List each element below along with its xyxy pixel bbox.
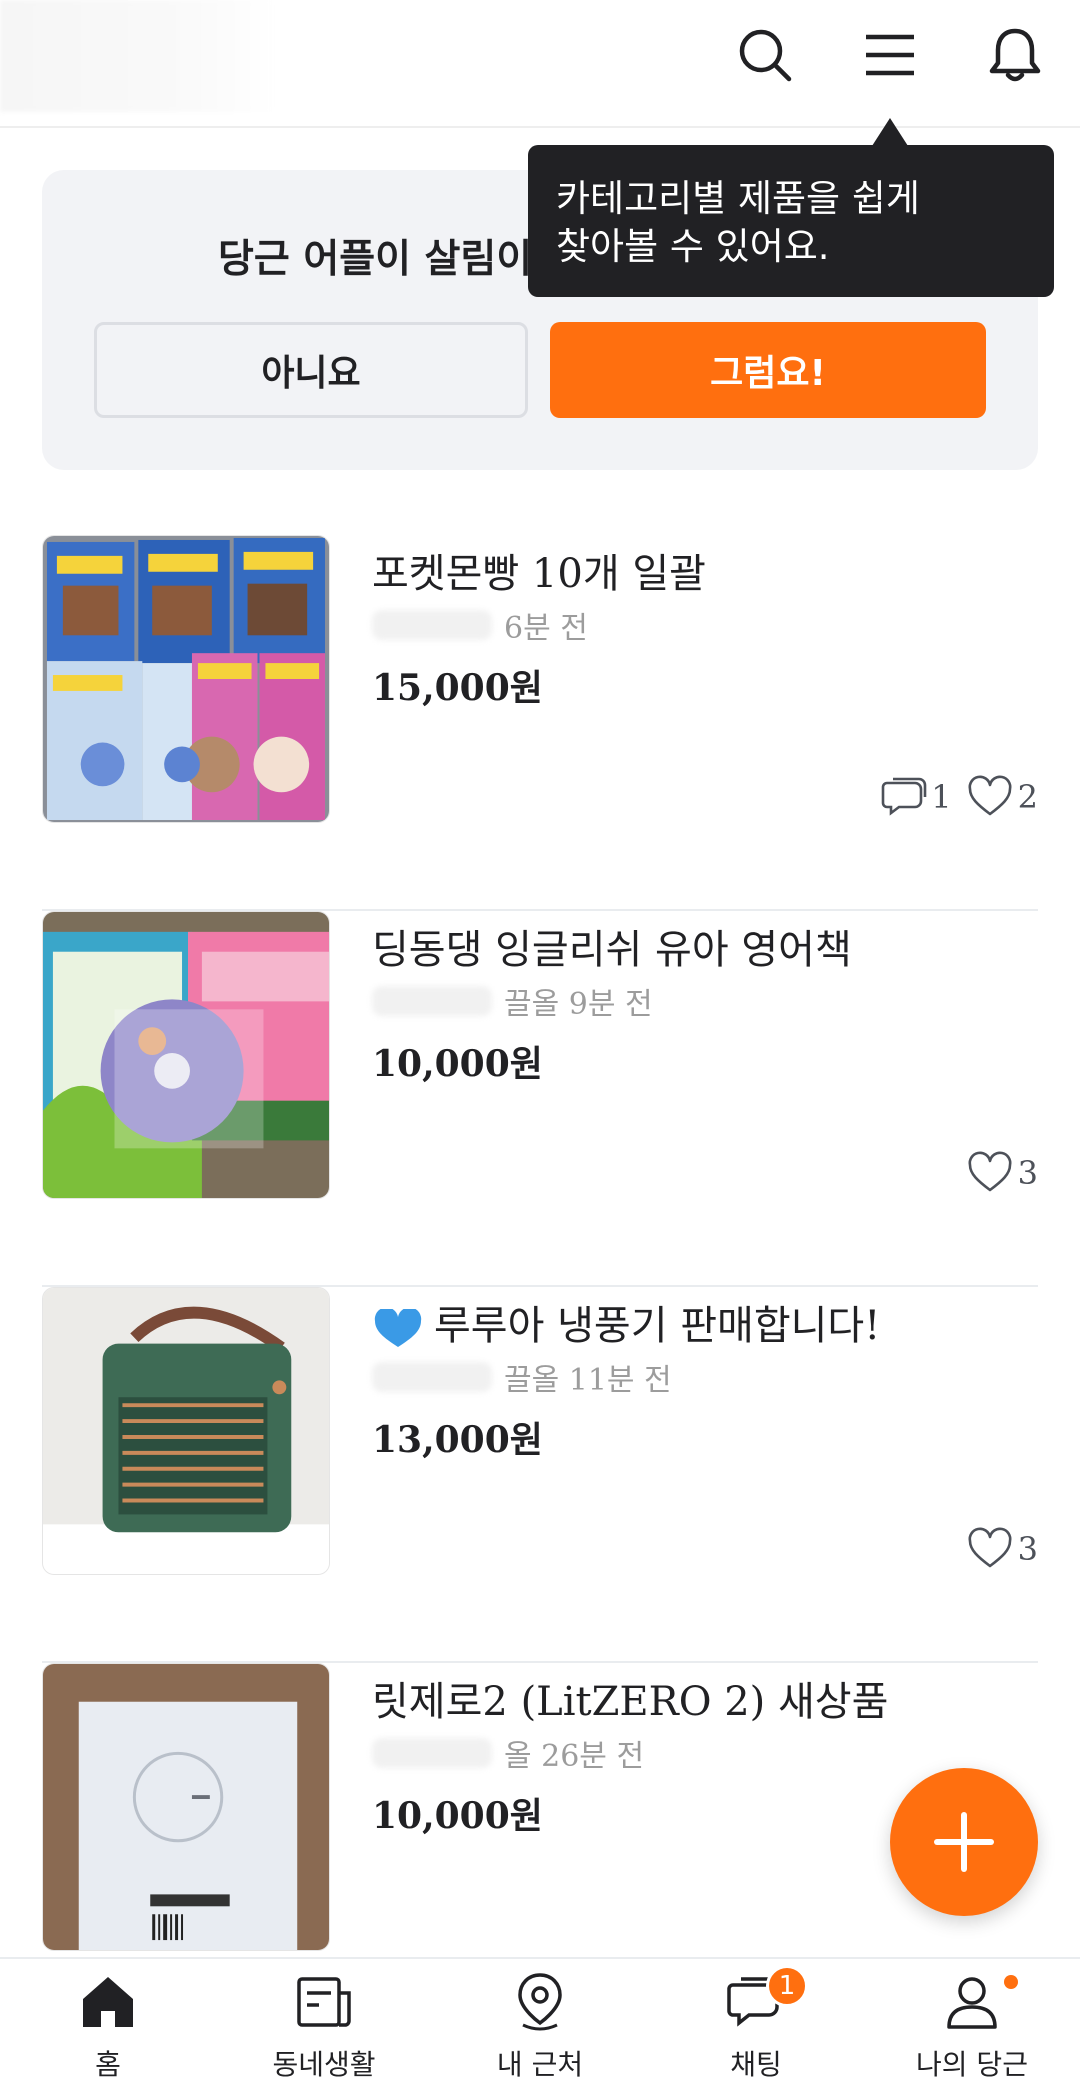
listing-title: 딩동댕 잉글리쉬 유아 영어책: [372, 927, 852, 973]
no-button[interactable]: 아니요: [94, 322, 528, 418]
listing-counts: 3: [966, 1525, 1038, 1573]
write-post-button[interactable]: [890, 1768, 1038, 1916]
heart-outline-icon: [968, 1527, 1012, 1568]
listing-time: 6분 전: [504, 611, 588, 646]
nav-home[interactable]: 홈: [8, 1971, 208, 2091]
notification-dot: [1004, 1975, 1018, 1989]
listing-thumbnail: [42, 911, 330, 1199]
nav-my-profile[interactable]: 나의 당근: [872, 1971, 1072, 2091]
listing-price: 10,000원: [372, 1043, 543, 1085]
tooltip-line-1: 카테고리별 제품을 쉽게: [556, 177, 920, 220]
listing-thumbnail: [42, 535, 330, 823]
nav-nearby[interactable]: 내 근처: [440, 1971, 640, 2091]
listing-price: 15,000원: [372, 667, 543, 709]
profile-icon: [947, 1977, 997, 2029]
plus-icon: [934, 1812, 994, 1872]
listing-title: 릿제로2 (LitZERO 2) 새상품: [372, 1679, 889, 1725]
tooltip-arrow: [872, 118, 908, 146]
location-blurred: [372, 986, 492, 1016]
like-count: 3: [966, 1149, 1038, 1197]
listing-thumbnail: [42, 1663, 330, 1951]
blue-heart-emoji: [374, 1309, 422, 1347]
tooltip-line-2: 찾아볼 수 있어요.: [556, 225, 830, 268]
home-icon: [83, 1977, 133, 2027]
listing-price: 13,000원: [372, 1419, 543, 1461]
location-blurred: [372, 1738, 492, 1768]
heart-outline-icon: [968, 775, 1012, 816]
listing-meta: 끌올 11분 전: [372, 1357, 672, 1398]
neighborhood-icon: [297, 1977, 351, 2027]
listing-item[interactable]: 루루아 냉풍기 판매합니다! 끌올 11분 전 13,000원 3: [42, 1287, 1038, 1663]
location-blurred: [372, 1362, 492, 1392]
chat-bubble-icon: [881, 777, 927, 816]
listing-time: 끌올 11분 전: [504, 1363, 672, 1398]
listing-item[interactable]: 딩동댕 잉글리쉬 유아 영어책 끌올 9분 전 10,000원 3: [42, 911, 1038, 1287]
location-pin-icon: [518, 1973, 562, 2031]
menu-icon[interactable]: [855, 20, 925, 90]
listing-time: 끌올 9분 전: [504, 987, 653, 1022]
top-app-bar: [0, 0, 1080, 128]
nav-neighborhood[interactable]: 동네생활: [224, 1971, 424, 2091]
bottom-navigation: 홈 동네생활 내 근처 1 채팅 나의 당근: [0, 1957, 1080, 2093]
listing-meta: 6분 전: [372, 605, 588, 646]
category-tooltip[interactable]: 카테고리별 제품을 쉽게 찾아볼 수 있어요.: [528, 145, 1054, 297]
listing-counts: 3: [966, 1149, 1038, 1197]
survey-question: 당근 어플이 살림이: [218, 237, 533, 282]
listing-item[interactable]: 포켓몬빵 10개 일괄 6분 전 15,000원 1 2: [42, 535, 1038, 911]
yes-button[interactable]: 그럼요!: [550, 322, 986, 418]
listing-price: 10,000원: [372, 1795, 543, 1837]
listing-title: 포켓몬빵 10개 일괄: [372, 551, 706, 597]
listing-counts: 1 2: [879, 773, 1038, 821]
search-icon[interactable]: [730, 20, 800, 90]
like-count: 3: [966, 1525, 1038, 1573]
listing-title: 루루아 냉풍기 판매합니다!: [372, 1293, 1032, 1351]
chat-count: 1: [879, 773, 952, 821]
location-blurred: [372, 610, 492, 640]
listing-meta: 올 26분 전: [372, 1733, 645, 1774]
heart-outline-icon: [968, 1151, 1012, 1192]
like-count: 2: [966, 773, 1038, 821]
nav-chat[interactable]: 1 채팅: [656, 1965, 856, 2091]
location-selector-blurred[interactable]: [0, 0, 275, 112]
listing-thumbnail: [42, 1287, 330, 1575]
listing-time: 올 26분 전: [504, 1739, 645, 1774]
listing-meta: 끌올 9분 전: [372, 981, 653, 1022]
bell-icon[interactable]: [980, 20, 1050, 90]
chat-badge: 1: [766, 1965, 808, 2007]
